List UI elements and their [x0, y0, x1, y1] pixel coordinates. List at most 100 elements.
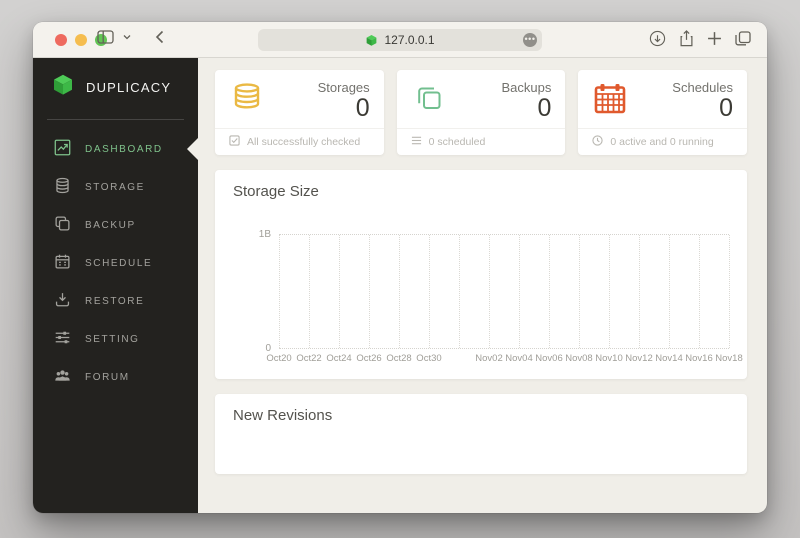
summary-cards-row: Storages 0 All successfully checked — [215, 70, 747, 155]
gridline — [309, 235, 310, 348]
storage-database-icon — [54, 177, 71, 197]
sidebar-item-label: RESTORE — [85, 296, 144, 307]
x-tick-label: Nov02 — [475, 353, 502, 364]
coins-stack-icon — [229, 80, 265, 121]
storage-size-card: Storage Size 1B 0 Oct20 Oct22 Oct24 Oct26 — [215, 170, 747, 379]
forum-users-icon — [54, 367, 71, 387]
gridline — [459, 235, 460, 348]
gridline — [489, 235, 490, 348]
sidebar-item-label: STORAGE — [85, 182, 145, 193]
brand-name: DUPLICACY — [86, 80, 171, 95]
gridline — [669, 235, 670, 348]
sidebar-item-label: DASHBOARD — [85, 144, 163, 155]
sidebar-item-label: SETTING — [85, 334, 140, 345]
x-tick-label: Nov04 — [505, 353, 532, 364]
app-sidebar: DUPLICACY DASHBOARD — [33, 58, 198, 513]
sidebar-divider — [47, 119, 184, 120]
backup-copy-icon — [54, 215, 71, 235]
gridline — [279, 235, 280, 348]
backups-card: Backups 0 0 scheduled — [397, 70, 566, 155]
gridline — [699, 235, 700, 348]
x-tick-label: Oct26 — [356, 353, 381, 364]
card-title: Schedules — [672, 80, 733, 95]
sidebar-item-storage[interactable]: STORAGE — [33, 168, 198, 206]
storage-size-title: Storage Size — [233, 183, 729, 200]
x-axis-labels: Oct20Oct22Oct24Oct26Oct28Oct30Nov02Nov04… — [279, 351, 729, 367]
minimize-window-button[interactable] — [75, 34, 87, 46]
sidebar-item-dashboard[interactable]: DASHBOARD — [33, 130, 198, 168]
x-tick-label: Oct22 — [296, 353, 321, 364]
close-window-button[interactable] — [55, 34, 67, 46]
new-revisions-card: New Revisions — [215, 394, 747, 474]
gridline — [339, 235, 340, 348]
sidebar-item-label: SCHEDULE — [85, 258, 152, 269]
calendar-icon — [592, 80, 628, 121]
gridline — [639, 235, 640, 348]
url-text: 127.0.0.1 — [384, 33, 434, 47]
sidebar-item-schedule[interactable]: SCHEDULE — [33, 244, 198, 282]
gridline — [549, 235, 550, 348]
gridline — [519, 235, 520, 348]
duplicacy-cube-logo-icon — [51, 73, 75, 102]
card-value: 0 — [672, 95, 733, 121]
x-tick-label: Nov12 — [625, 353, 652, 364]
new-tab-icon[interactable] — [707, 31, 722, 51]
y-tick-label-max: 1B — [259, 229, 271, 240]
setting-sliders-icon — [54, 329, 71, 349]
card-footer-text: 0 scheduled — [429, 136, 486, 148]
y-axis: 1B 0 — [233, 234, 279, 349]
tab-overview-icon[interactable] — [735, 31, 751, 51]
gridline — [609, 235, 610, 348]
list-icon — [411, 135, 422, 149]
x-tick-label: Oct20 — [266, 353, 291, 364]
gridline — [579, 235, 580, 348]
gridline — [399, 235, 400, 348]
x-tick-label: Nov08 — [565, 353, 592, 364]
clock-icon — [592, 135, 603, 149]
x-tick-label: Oct30 — [416, 353, 441, 364]
downloads-icon[interactable] — [649, 30, 666, 52]
card-footer-text: All successfully checked — [247, 136, 360, 148]
storage-size-chart: 1B 0 Oct20 Oct22 Oct24 Oct26 Oct28 Oct30 Nov02… — [233, 234, 729, 367]
browser-titlebar: 127.0.0.1 ••• — [33, 22, 767, 58]
gridline — [429, 235, 430, 348]
back-button-icon[interactable] — [155, 30, 164, 44]
site-favicon-cube-icon — [365, 34, 378, 47]
card-value: 0 — [501, 95, 551, 121]
main-content: Storages 0 All successfully checked — [198, 58, 767, 513]
x-tick-label: Nov06 — [535, 353, 562, 364]
card-title: Backups — [501, 80, 551, 95]
sidebar-item-forum[interactable]: FORUM — [33, 358, 198, 396]
card-footer-text: 0 active and 0 running — [610, 136, 713, 148]
x-tick-label: Nov16 — [685, 353, 712, 364]
schedules-card: Schedules 0 0 active and 0 running — [578, 70, 747, 155]
sidebar-item-restore[interactable]: RESTORE — [33, 282, 198, 320]
x-axis: Oct20 Oct22 Oct24 Oct26 Oct28 Oct30 Nov02Nov04… — [233, 351, 729, 367]
x-tick-label: Nov10 — [595, 353, 622, 364]
checkbox-icon — [229, 135, 240, 149]
restore-download-icon — [54, 291, 71, 311]
sidebar-item-label: BACKUP — [85, 220, 136, 231]
browser-window: 127.0.0.1 ••• — [33, 22, 767, 513]
sidebar-item-label: FORUM — [85, 372, 130, 383]
schedule-calendar-icon — [54, 253, 71, 273]
page-settings-icon[interactable]: ••• — [523, 33, 537, 47]
sidebar-item-setting[interactable]: SETTING — [33, 320, 198, 358]
new-revisions-title: New Revisions — [233, 407, 729, 424]
x-tick-label: Nov14 — [655, 353, 682, 364]
sidebar-item-backup[interactable]: BACKUP — [33, 206, 198, 244]
brand-header: DUPLICACY — [33, 58, 198, 115]
x-tick-label: Oct24 — [326, 353, 351, 364]
chart-plot-area — [279, 234, 729, 349]
copy-squares-icon — [411, 80, 447, 121]
address-bar[interactable]: 127.0.0.1 ••• — [258, 29, 542, 51]
sidebar-toggle-icon[interactable] — [97, 30, 114, 44]
share-icon[interactable] — [679, 30, 694, 52]
x-tick-label: Oct28 — [386, 353, 411, 364]
card-value: 0 — [318, 95, 370, 121]
storages-card: Storages 0 All successfully checked — [215, 70, 384, 155]
x-tick-label: Nov18 — [715, 353, 742, 364]
gridline — [729, 235, 730, 348]
chevron-down-icon[interactable] — [123, 34, 131, 40]
card-title: Storages — [318, 80, 370, 95]
